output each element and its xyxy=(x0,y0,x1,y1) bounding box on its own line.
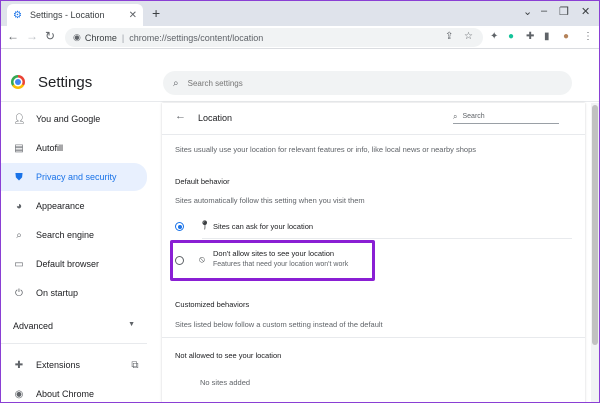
tab-title: Settings - Location xyxy=(30,10,105,20)
chrome-logo-icon xyxy=(11,75,25,89)
advanced-label: Advanced xyxy=(13,321,54,331)
power-icon: ⏻ xyxy=(15,287,23,299)
scrollbar-thumb[interactable] xyxy=(592,105,598,345)
sidebar-item-label: On startup xyxy=(36,288,79,298)
menu-kebab-icon[interactable]: ⋮ xyxy=(583,31,593,42)
sidebar-item-search-engine[interactable]: ⌕ Search engine xyxy=(1,222,147,248)
chrome-logo-icon: ◉ xyxy=(14,388,24,400)
sidebar-item-label: Autofill xyxy=(36,143,64,153)
sidebar-item-label: About Chrome xyxy=(36,389,95,399)
settings-gear-icon: ⚙ xyxy=(13,9,22,21)
location-search-placeholder: Search xyxy=(462,113,485,120)
forward-arrow-icon[interactable]: → xyxy=(26,29,38,43)
search-icon: ⌕ xyxy=(453,111,458,121)
reload-icon[interactable]: ↻ xyxy=(45,29,55,43)
no-sites-added-text: No sites added xyxy=(200,378,251,387)
minimize-icon[interactable]: – xyxy=(541,5,547,17)
sidebar-item-about-chrome[interactable]: ◉ About Chrome xyxy=(1,381,147,402)
sidebar-item-you-and-google[interactable]: 👤︎ You and Google xyxy=(1,106,147,132)
browser-window: ⚙ Settings - Location ✕ + ⌄ – ❐ ✕ ← → ↻ … xyxy=(0,0,600,403)
tab-search-chevron-icon[interactable]: ⌄ xyxy=(523,5,532,18)
default-behavior-desc: Sites automatically follow this setting … xyxy=(175,196,365,205)
divider xyxy=(162,337,585,338)
sidebar-item-label: Default browser xyxy=(36,259,100,269)
sidebar-item-appearance[interactable]: ◕ Appearance xyxy=(1,193,147,219)
search-icon: ⌕ xyxy=(16,229,22,241)
location-off-icon: ⦸ xyxy=(199,254,205,264)
chrome-page-icon: ◉ xyxy=(73,32,81,42)
sidebar-item-label: Appearance xyxy=(36,201,85,211)
option-allow-label: Sites can ask for your location xyxy=(213,222,314,231)
search-icon: ⌕ xyxy=(173,77,179,89)
clipboard-icon: ▤ xyxy=(14,142,24,154)
chevron-down-icon: ▼ xyxy=(128,321,135,328)
palette-icon: ◕ xyxy=(15,200,23,212)
tab-strip: ⚙ Settings - Location ✕ + ⌄ – ❐ ✕ xyxy=(1,1,599,26)
location-settings-card: ← Location ⌕ Search Sites usually use yo… xyxy=(162,103,585,402)
page-title: Settings xyxy=(38,74,93,91)
browser-toolbar: ← → ↻ ◉ Chrome | chrome://settings/conte… xyxy=(1,26,599,49)
bookmark-star-icon[interactable]: ☆ xyxy=(464,31,473,42)
settings-header: Settings ⌕ xyxy=(1,50,599,102)
maximize-icon[interactable]: ❐ xyxy=(559,5,569,18)
sidebar-item-on-startup[interactable]: ⏻ On startup xyxy=(1,280,147,306)
side-panel-icon[interactable]: ▮ xyxy=(544,31,550,42)
sidebar-item-default-browser[interactable]: ▭ Default browser xyxy=(1,251,147,277)
address-bar[interactable]: ◉ Chrome | chrome://settings/content/loc… xyxy=(65,28,483,47)
option-block-label: Don't allow sites to see your location xyxy=(213,249,335,258)
sidebar-divider xyxy=(1,343,147,344)
divider xyxy=(162,134,585,135)
page-scrollbar[interactable] xyxy=(591,103,599,402)
sidebar-item-label: Search engine xyxy=(36,230,95,240)
back-arrow-icon[interactable]: ← xyxy=(7,29,19,43)
tab-settings-location[interactable]: ⚙ Settings - Location ✕ xyxy=(7,4,143,26)
sidebar-item-autofill[interactable]: ▤ Autofill xyxy=(1,135,147,161)
url-text: chrome://settings/content/location xyxy=(129,32,264,43)
sidebar-advanced-toggle[interactable]: Advanced ▼ xyxy=(13,321,135,331)
settings-search-box[interactable]: ⌕ xyxy=(163,71,572,95)
back-arrow-icon[interactable]: ← xyxy=(175,110,186,122)
extensions-icon[interactable]: ✚ xyxy=(526,31,534,42)
radio-block-location[interactable] xyxy=(175,256,184,265)
extension-puzzle-icon[interactable]: ✦ xyxy=(490,31,498,42)
profile-avatar-icon[interactable]: ● xyxy=(563,31,569,42)
share-icon[interactable]: ⇪ xyxy=(445,31,453,42)
url-scheme-label: Chrome xyxy=(84,32,117,43)
new-tab-button[interactable]: + xyxy=(152,5,160,21)
option-block-sublabel: Features that need your location won't w… xyxy=(213,261,349,268)
url-separator: | xyxy=(121,32,125,43)
default-behavior-heading: Default behavior xyxy=(175,177,230,186)
browser-icon: ▭ xyxy=(14,258,24,270)
shield-icon: ⛊ xyxy=(15,171,23,183)
location-search-field[interactable]: ⌕ Search xyxy=(453,110,559,124)
radio-allow-ask[interactable] xyxy=(175,222,184,231)
sidebar-item-label: Privacy and security xyxy=(36,172,117,182)
divider xyxy=(202,238,572,239)
not-allowed-heading: Not allowed to see your location xyxy=(175,351,282,360)
settings-search-input[interactable] xyxy=(187,78,548,88)
sidebar-item-label: Extensions xyxy=(36,360,81,370)
customized-behaviors-desc: Sites listed below follow a custom setti… xyxy=(175,320,383,329)
settings-sidebar: 👤︎ You and Google ▤ Autofill ⛊ Privacy a… xyxy=(1,103,161,402)
close-window-icon[interactable]: ✕ xyxy=(581,5,590,18)
grammarly-icon[interactable]: ● xyxy=(508,31,514,42)
location-page-title: Location xyxy=(198,113,233,123)
customized-behaviors-heading: Customized behaviors xyxy=(175,300,250,309)
close-tab-icon[interactable]: ✕ xyxy=(129,10,137,21)
open-external-icon: ⧉ xyxy=(131,359,139,371)
location-pin-icon: 📍︎ xyxy=(199,220,211,230)
location-intro-text: Sites usually use your location for rele… xyxy=(175,145,476,154)
sidebar-item-extensions[interactable]: ✚ Extensions ⧉ xyxy=(1,352,141,378)
sidebar-item-privacy-and-security[interactable]: ⛊ Privacy and security xyxy=(1,163,147,191)
person-icon: 👤︎ xyxy=(13,113,26,125)
sidebar-item-label: You and Google xyxy=(36,114,101,124)
puzzle-piece-icon: ✚ xyxy=(14,359,24,371)
